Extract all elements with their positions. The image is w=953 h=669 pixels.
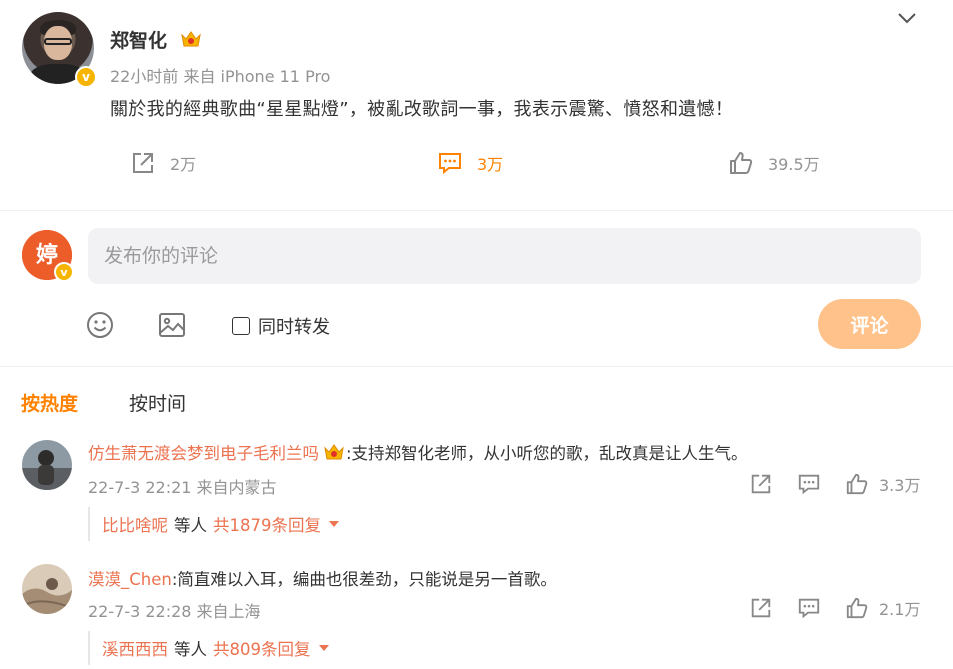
comment-text: :简直难以入耳，编曲也很差劲，只能说是另一首歌。 <box>171 570 557 589</box>
reply-connector: 等人 <box>174 640 207 659</box>
expand-caret-icon[interactable] <box>329 521 339 527</box>
comment-text: :支持郑智化老师，从小听您的歌，乱改真是让人生气。 <box>346 444 748 463</box>
repost-button[interactable]: 2万 <box>130 150 196 176</box>
comment-meta: 22-7-3 22:21 来自内蒙古 <box>88 478 277 497</box>
vip-crown-icon <box>324 444 344 460</box>
comment-like-count: 3.3万 <box>879 476 921 495</box>
reply-summary[interactable]: 溪西西西 等人 共809条回复 <box>88 631 921 665</box>
like-thumb-icon <box>846 597 868 619</box>
comment-line: 漠漠_Chen :简直难以入耳，编曲也很差劲，只能说是另一首歌。 <box>88 566 557 590</box>
repost-checkbox[interactable] <box>232 317 250 335</box>
my-verified-badge-icon: v <box>54 262 74 282</box>
comment-reply-icon[interactable] <box>797 596 821 620</box>
comment-avatar[interactable] <box>22 564 72 614</box>
comment-repost-icon[interactable] <box>749 472 773 496</box>
submit-comment-button[interactable]: 评论 <box>818 299 921 349</box>
svg-text:婷: 婷 <box>36 242 58 268</box>
vip-crown-icon <box>181 31 201 47</box>
tab-hot[interactable]: 按热度 <box>21 389 78 416</box>
comment-like-count: 2.1万 <box>879 600 921 619</box>
divider <box>0 366 953 367</box>
post-text: 關於我的經典歌曲“星星點燈”，被亂改歌詞一事，我表示震驚、憤怒和遺憾！ <box>110 99 734 120</box>
reply-connector: 等人 <box>174 516 207 535</box>
comment-author[interactable]: 仿生萧无渡会梦到电子毛利兰吗 <box>88 440 319 464</box>
comment-input[interactable] <box>88 228 921 284</box>
comment-reply-icon[interactable] <box>797 472 821 496</box>
repost-toggle[interactable]: 同时转发 <box>232 313 330 339</box>
comment-button[interactable]: 3万 <box>437 150 503 176</box>
like-button[interactable]: 39.5万 <box>728 150 820 176</box>
reply-user[interactable]: 比比啥呢 <box>102 512 168 536</box>
reply-user[interactable]: 溪西西西 <box>102 636 168 660</box>
avatar-photo <box>22 440 72 490</box>
comment-like-button[interactable]: 2.1万 <box>845 596 920 620</box>
repost-icon <box>133 153 153 173</box>
like-count: 39.5万 <box>768 155 820 174</box>
like-thumb-icon <box>730 152 753 174</box>
repost-toggle-label: 同时转发 <box>258 317 330 338</box>
reply-summary[interactable]: 比比啥呢 等人 共1879条回复 <box>88 507 921 541</box>
comment-line: 仿生萧无渡会梦到电子毛利兰吗 :支持郑智化老师，从小听您的歌，乱改真是让人生气。 <box>88 440 748 464</box>
comment-meta: 22-7-3 22:28 来自上海 <box>88 602 261 621</box>
comment-icon <box>439 153 461 175</box>
comment-count: 3万 <box>477 155 504 174</box>
divider <box>0 210 953 211</box>
comment-avatar[interactable] <box>22 440 72 490</box>
expand-caret-icon[interactable] <box>318 645 329 651</box>
repost-count: 2万 <box>170 155 197 174</box>
like-thumb-icon <box>846 473 868 495</box>
post-meta: 22小时前 来自 iPhone 11 Pro <box>110 67 331 86</box>
tab-time[interactable]: 按时间 <box>129 389 186 416</box>
comment-author[interactable]: 漠漠_Chen <box>88 566 172 590</box>
comment-repost-icon[interactable] <box>749 596 773 620</box>
reply-count[interactable]: 共1879条回复 <box>213 512 321 536</box>
reply-count[interactable]: 共809条回复 <box>213 636 311 660</box>
emoji-icon[interactable] <box>85 310 115 340</box>
avatar-photo <box>22 564 72 614</box>
author-name[interactable]: 郑智化 <box>110 26 167 53</box>
comment-like-button[interactable]: 3.3万 <box>845 472 920 496</box>
verified-badge-icon: v <box>75 66 97 88</box>
more-chevron-down-icon[interactable] <box>897 10 917 26</box>
image-upload-icon[interactable] <box>157 310 187 340</box>
